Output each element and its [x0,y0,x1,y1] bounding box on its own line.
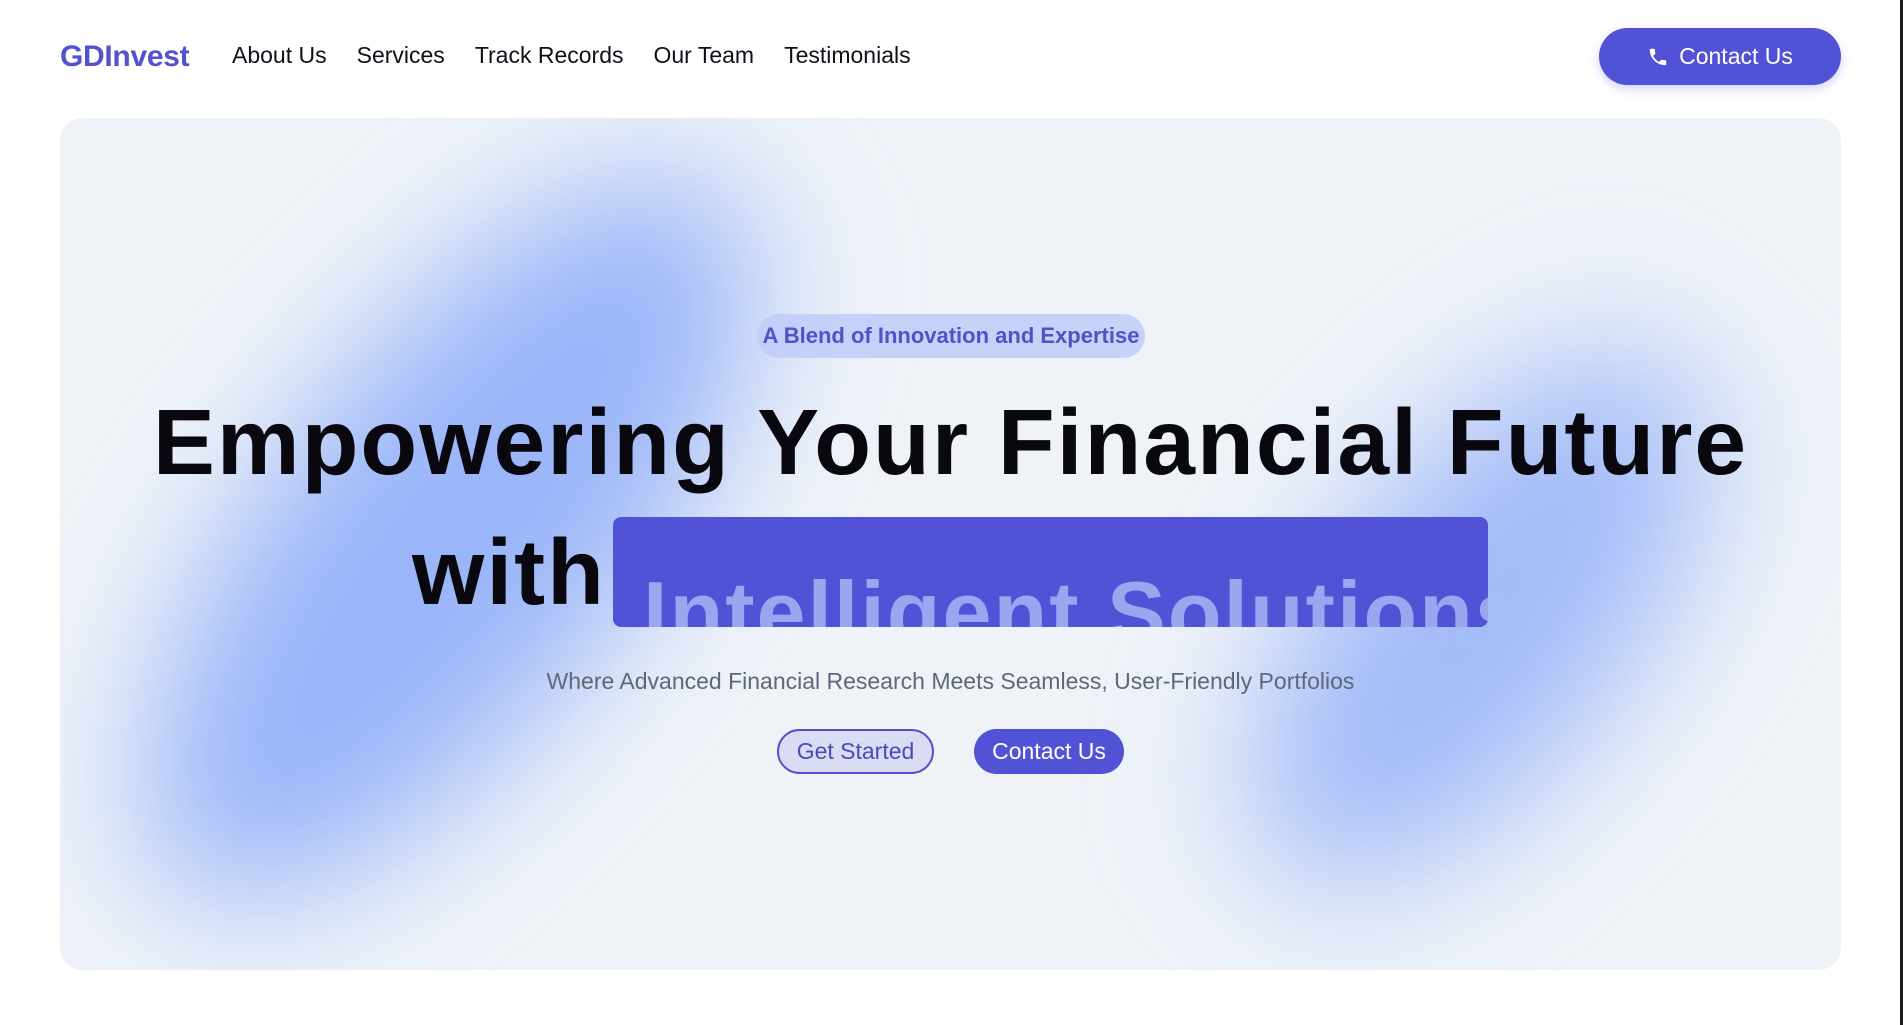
nav-track-records[interactable]: Track Records [475,42,624,69]
hero-subtitle: Where Advanced Financial Research Meets … [546,668,1355,694]
hero-headline-highlight: Intelligent Solutions [613,517,1488,627]
nav-our-team[interactable]: Our Team [654,42,755,69]
hero-contact-button[interactable]: Contact Us [974,729,1124,774]
site-header: GDInvest About Us Services Track Records… [0,0,1903,114]
header-contact-label: Contact Us [1679,43,1793,69]
hero-highlight-text: Intelligent Solutions [643,563,1488,628]
phone-icon [1649,48,1667,65]
hero-section: A Blend of Innovation and Expertise Empo… [60,118,1841,970]
header-contact-button[interactable]: Contact Us [1599,28,1841,85]
hero-badge: A Blend of Innovation and Expertise [757,314,1145,358]
get-started-button[interactable]: Get Started [777,729,934,774]
hero-headline-prefix: with [412,520,606,624]
brand-logo[interactable]: GDInvest [60,40,190,74]
hero-headline-line1: Empowering Your Financial Future [152,390,1749,494]
nav-testimonials[interactable]: Testimonials [784,42,911,69]
nav-services[interactable]: Services [357,42,445,69]
main-nav: About Us Services Track Records Our Team… [232,42,911,69]
nav-about-us[interactable]: About Us [232,42,327,69]
